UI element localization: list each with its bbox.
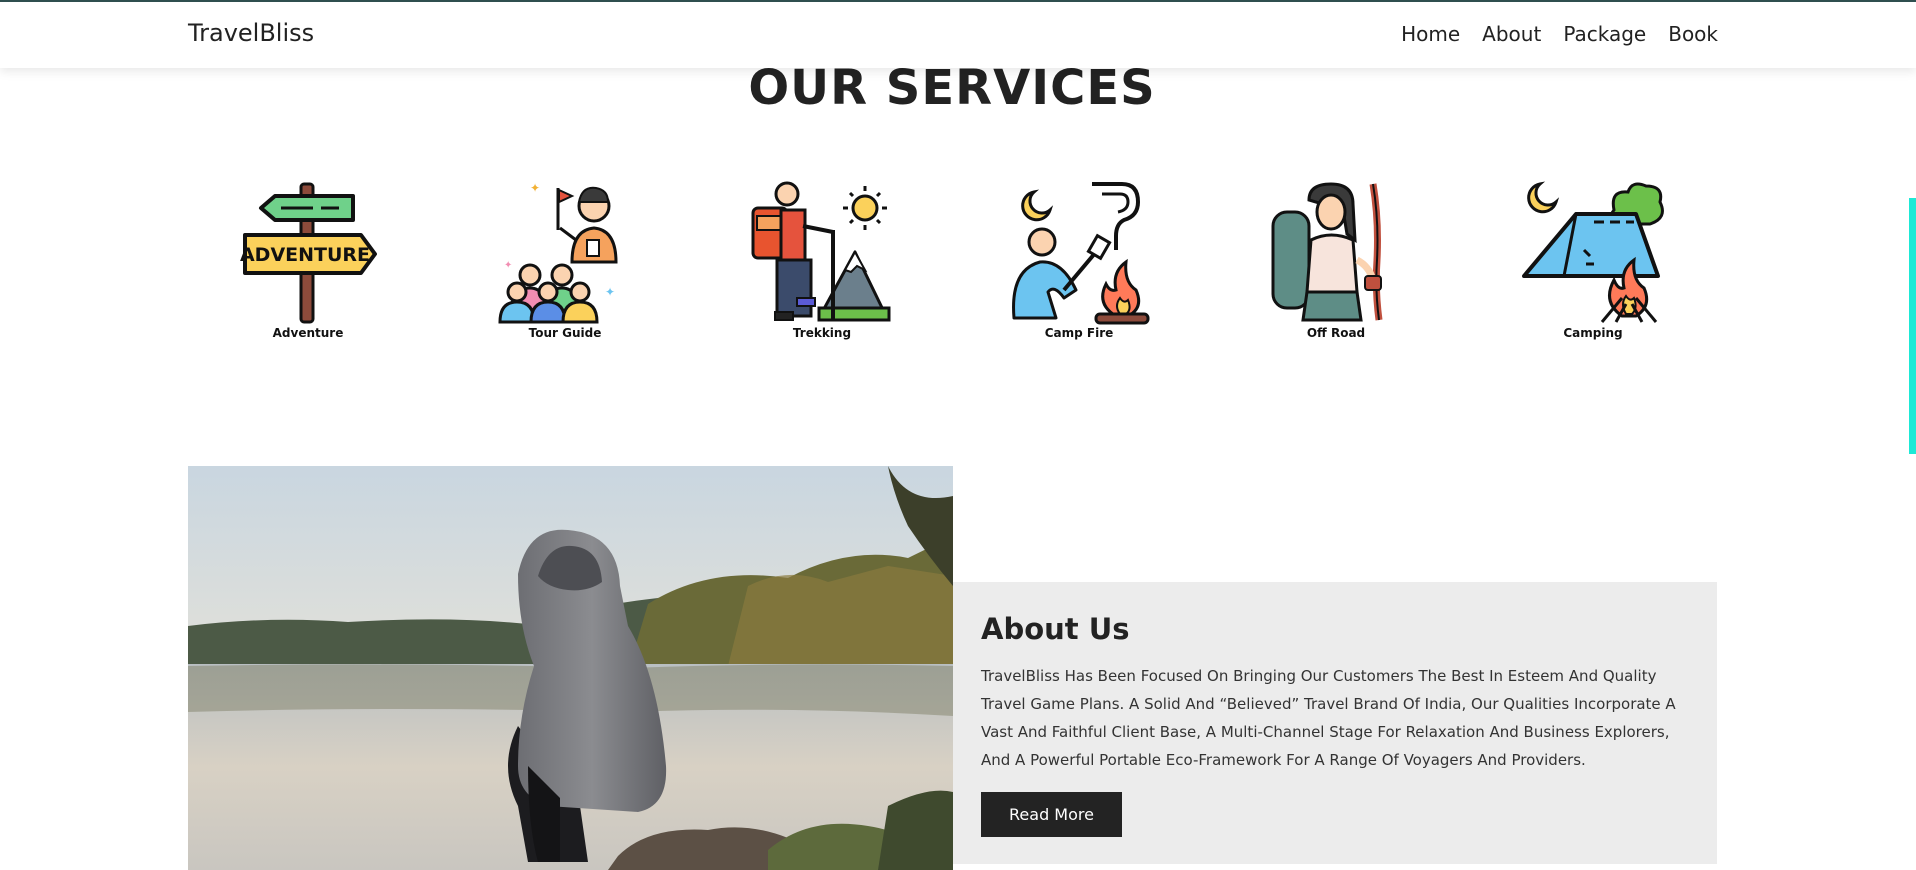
read-more-button[interactable]: Read More [981,792,1122,837]
camping-tent-icon [1522,181,1664,323]
svg-text:✦: ✦ [530,181,540,195]
services-title: OUR SERVICES [748,60,1156,116]
service-label-camp-fire: Camp Fire [1044,326,1114,340]
service-off-road[interactable]: Off Road [1216,180,1456,350]
about-panel: About Us TravelBliss Has Been Focused On… [953,582,1717,864]
scrollbar-accent[interactable] [1909,198,1916,454]
nav-links: Home About Package Book [1401,22,1718,46]
svg-text:✦: ✦ [504,260,512,271]
camp-fire-icon [1012,182,1150,325]
service-label-camping: Camping [1563,326,1623,340]
signpost-adventure-icon: ADVENTURE [240,182,377,324]
service-label-adventure: Adventure [272,326,344,340]
lake-person-photo [188,466,953,870]
service-tour-guide[interactable]: ✦ ✦ ✦ Tour Guide [445,180,685,350]
service-adventure[interactable]: ADVENTURE Adventure [188,180,428,350]
service-camp-fire[interactable]: Camp Fire [959,180,1199,350]
service-label-off-road: Off Road [1306,326,1366,340]
about-title: About Us [981,612,1130,646]
nav-link-home[interactable]: Home [1401,22,1460,46]
adventure-sign-text: ADVENTURE [240,244,370,266]
services-grid: ADVENTURE Adventure ✦ ✦ ✦ Tour Guide Tre… [188,180,1718,350]
about-photo [188,466,953,870]
trekking-icon [751,181,891,322]
service-trekking[interactable]: Trekking [702,180,942,350]
about-text: TravelBliss Has Been Focused On Bringing… [981,667,1676,769]
nav-link-package[interactable]: Package [1563,22,1646,46]
brand-logo[interactable]: TravelBliss [188,19,314,47]
tour-guide-icon: ✦ ✦ ✦ [498,181,618,324]
off-road-icon [1271,182,1383,322]
service-label-trekking: Trekking [792,326,852,340]
service-label-tour-guide: Tour Guide [528,326,602,340]
svg-text:✦: ✦ [605,285,615,299]
top-navbar: TravelBliss Home About Package Book [0,0,1916,68]
nav-link-book[interactable]: Book [1668,22,1718,46]
service-camping[interactable]: Camping [1473,180,1713,350]
nav-link-about[interactable]: About [1482,22,1541,46]
